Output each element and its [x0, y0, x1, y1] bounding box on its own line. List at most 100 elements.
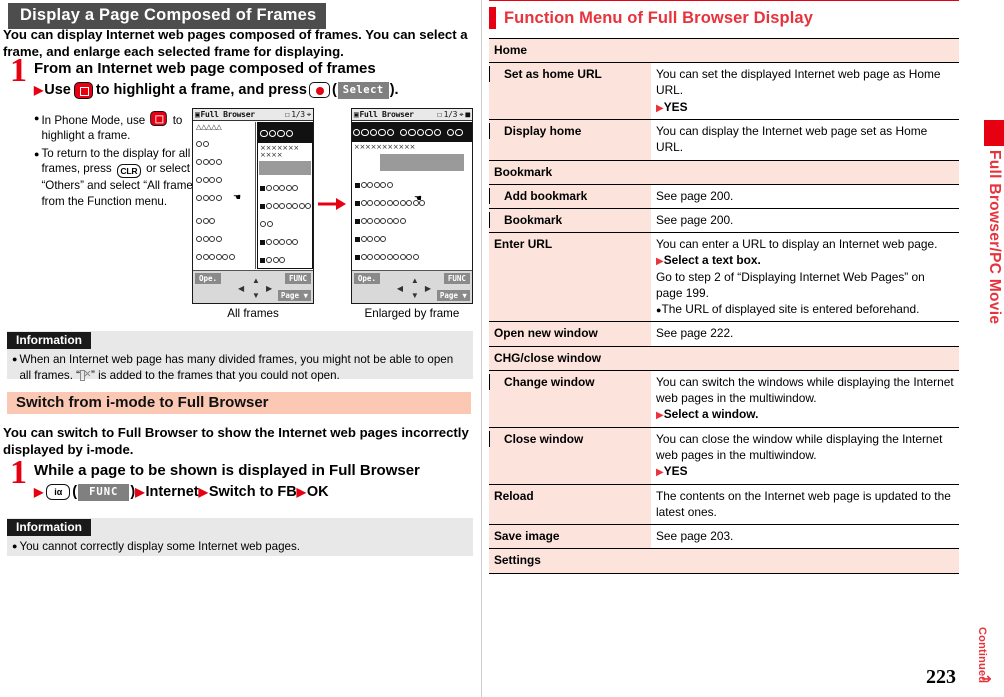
step-1-number: 1 [10, 52, 27, 89]
arrow-right-icon: ▶ [424, 284, 432, 293]
softkey-page[interactable]: Page ▼ [436, 290, 470, 301]
table-action-label: YES [663, 464, 688, 479]
table-row-label: Close window [489, 426, 651, 485]
multi-cursor-key-icon [73, 81, 93, 99]
frame-content-circles-2 [193, 206, 255, 265]
table-row-label: Bookmark [489, 207, 651, 233]
clr-key-icon: CLR [116, 164, 141, 179]
caption-all-frames: All frames [227, 307, 279, 320]
i-alpha-key-icon: iα [46, 484, 71, 501]
scroll-icon: ⌖ [459, 109, 464, 119]
table-row: Change window You can switch the windows … [489, 369, 960, 428]
softkey-page[interactable]: Page ▼ [277, 290, 311, 301]
step-1-use-label: Use [44, 81, 71, 98]
section2-intro: You can switch to Full Browser to show t… [3, 425, 469, 458]
page-number: 223 [926, 666, 956, 688]
bullet-dot-icon: ● [12, 541, 18, 551]
arrow-left-icon: ◀ [238, 284, 245, 293]
frame-right-pane-selected: ××××××× ×××× [257, 122, 313, 269]
manual-page: Display a Page Composed of Frames You ca… [0, 0, 1004, 697]
table-text-line: You can display the Internet web page se… [656, 124, 928, 155]
table-action-line: ▶Select a text box. [656, 252, 954, 269]
screen-softkey-bar: Ope. FUNC Page ▼ ▲ ▼ ◀ ▶ [193, 270, 313, 303]
red-triangle-icon: ▶ [656, 256, 664, 268]
screen-title-label: Full Browser [359, 110, 414, 119]
frame-gray-block [379, 154, 464, 172]
table-row: Save image See page 203. [489, 524, 960, 549]
screenshot-all-frames: ▣ Full Browser ☐ 1/3 ⌖ △△△△△ ☚ ××××××× ×… [192, 108, 314, 320]
step-1-block: 1 From an Internet web page composed of … [0, 54, 480, 101]
table-row: Close window You can close the window whi… [489, 426, 960, 485]
arrow-down-icon: ▼ [410, 291, 419, 300]
softkey-func[interactable]: FUNC [443, 273, 470, 284]
frame-left-pane: △△△△△ ☚ [193, 122, 255, 269]
table-text-line: The contents on the Internet web page is… [656, 488, 951, 519]
softkey-ope[interactable]: Ope. [195, 273, 222, 284]
table-row-description: The contents on the Internet web page is… [651, 483, 960, 525]
table-text-line: See page 200. [656, 188, 734, 203]
table-row-label: Open new window [489, 321, 651, 347]
softkey-select-label: Select [337, 81, 389, 99]
step-1-instruction: ▶ Use to highlight a frame, and press ( … [34, 80, 480, 101]
red-triangle-icon: ▶ [198, 485, 208, 500]
arrow-up-icon: ▲ [410, 276, 419, 285]
bullet-dot-icon: ● [34, 113, 40, 123]
caption-enlarged-frame: Enlarged by frame [364, 307, 460, 320]
information-tag-1: Information [7, 332, 91, 349]
table-row-label: Set as home URL [489, 62, 651, 120]
step-2-path-internet: Internet [145, 483, 199, 500]
information-box-1: Information ● When an Internet web page … [7, 331, 473, 382]
table-group-row: CHG/close window [489, 345, 960, 371]
step-2-block: 1 While a page to be shown is displayed … [0, 456, 480, 503]
table-row-description: See page 200. [651, 183, 960, 209]
table-row-label: Enter URL [489, 232, 651, 322]
frame-content-doodle: △△△△△ [196, 123, 222, 131]
table-row: Bookmark See page 200. [489, 207, 960, 233]
red-arrow-icon [318, 198, 347, 210]
screenshot-enlarged-frame: ▣ Full Browser ☐ 1/3 ⌖ ■ ××××××××××× ☚ O… [350, 108, 473, 320]
red-triangle-icon: ▶ [34, 83, 44, 98]
function-menu-title-label: Function Menu of Full Browser Display [504, 8, 813, 27]
info-2-text: You cannot correctly display some Intern… [19, 540, 300, 553]
arrow-up-icon: ▲ [252, 276, 260, 285]
table-bullet-label: The URL of displayed site is entered bef… [661, 302, 920, 317]
step-2-instruction: ▶ iα ( FUNC ) ▶ Internet ▶ Switch to FB … [34, 482, 480, 503]
close-paren-period: ). [389, 81, 399, 98]
side-tab-label: Full Browser/PC Movie [986, 150, 1003, 325]
function-menu-title: Function Menu of Full Browser Display [489, 1, 959, 29]
table-row: Display home You can display the Internet… [489, 119, 960, 161]
softkey-func[interactable]: FUNC [284, 273, 311, 284]
column-divider [481, 0, 482, 697]
phone-screenshots: ▣ Full Browser ☐ 1/3 ⌖ △△△△△ ☚ ××××××× ×… [192, 108, 473, 322]
table-row-description: See page 222. [651, 321, 960, 347]
arrow-left-icon: ◀ [396, 284, 404, 293]
table-row-description: See page 203. [651, 524, 960, 549]
table-action-label: YES [663, 99, 688, 114]
table-text-line: See page 200. [656, 212, 734, 227]
screen-title-label: Full Browser [200, 110, 256, 119]
table-row: Set as home URL You can set the displayed… [489, 62, 960, 120]
red-triangle-icon: ▶ [656, 102, 664, 114]
table-text-line: Go to step 2 of “Displaying Internet Web… [656, 269, 925, 301]
table-row-label: Add bookmark [489, 183, 651, 209]
info-1-text-b: ” is added to the frames that you could … [91, 368, 340, 382]
table-group-label: CHG/close window [489, 345, 960, 371]
table-row-label: Reload [489, 483, 651, 525]
table-text-line: You can close the window while displayin… [656, 431, 943, 462]
function-menu-table: Home Set as home URL You can set the displ… [489, 37, 960, 574]
frame-mode-icon: ■ [465, 110, 470, 119]
continued-arrow-icon: ➜ [981, 671, 992, 686]
table-action-line: ▶YES [656, 99, 954, 116]
scroll-icon: ⌖ [306, 109, 312, 119]
table-row: Open new window See page 222. [489, 321, 960, 347]
step-2-open-paren: ( [72, 483, 78, 500]
table-text-line: You can set the displayed Internet web p… [656, 67, 941, 98]
table-group-row: Settings [489, 548, 960, 573]
softkey-ope[interactable]: Ope. [353, 273, 380, 284]
table-group-row: Home [489, 37, 960, 63]
page-indicator-label: 1/3 [443, 110, 458, 119]
table-group-label: Settings [489, 548, 960, 573]
bullet-return-all-frames: ● To return to the display for all frame… [34, 146, 206, 209]
table-row-description: You can display the Internet web page se… [651, 119, 960, 161]
frame-list-items [258, 177, 312, 269]
